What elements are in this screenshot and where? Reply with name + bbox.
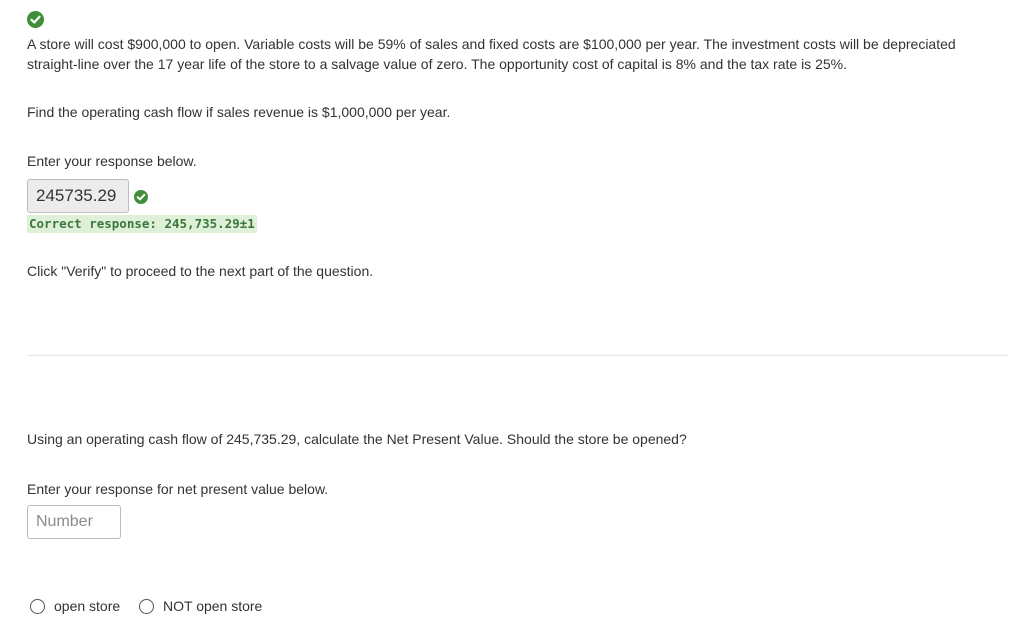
radio-not-open-store-label: NOT open store (163, 598, 263, 614)
part1-enter-label: Enter your response below. (27, 153, 197, 169)
correct-check-icon (27, 11, 44, 28)
radio-open-store[interactable]: open store (30, 598, 120, 614)
part1-prompt: Find the operating cash flow if sales re… (27, 104, 451, 120)
part1-answer-field: 245735.29 (27, 179, 129, 213)
problem-statement: A store will cost $900,000 to open. Vari… (27, 36, 956, 72)
radio-open-store-label: open store (54, 598, 121, 614)
part2-prompt: Using an operating cash flow of 245,735.… (27, 431, 687, 447)
npv-input[interactable] (27, 505, 121, 539)
radio-not-open-store[interactable]: NOT open store (139, 598, 262, 614)
section-divider (27, 355, 1009, 356)
part2-enter-label: Enter your response for net present valu… (27, 481, 329, 497)
radio-circle-icon[interactable] (30, 598, 45, 614)
verify-instruction: Click "Verify" to proceed to the next pa… (27, 263, 374, 279)
answer-correct-check-icon (134, 190, 148, 204)
radio-circle-icon[interactable] (139, 598, 154, 614)
correct-response-badge: Correct response: 245,735.29±1 (27, 215, 257, 233)
part1-answer-value: 245735.29 (36, 186, 117, 205)
